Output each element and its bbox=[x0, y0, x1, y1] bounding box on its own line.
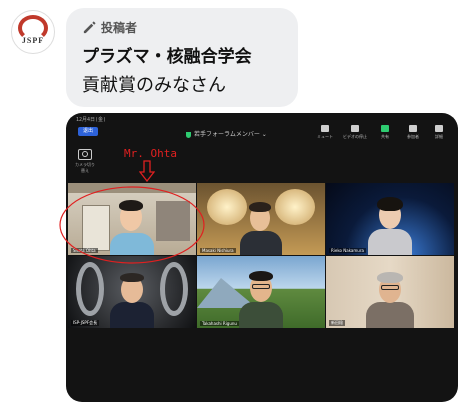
tile-4-ring-left bbox=[76, 262, 104, 316]
poster-row: 投稿者 bbox=[82, 18, 137, 36]
microphone-icon bbox=[321, 125, 329, 132]
tile-2-chandelier bbox=[207, 189, 247, 225]
tile-3-body bbox=[368, 229, 412, 255]
tile-6-glasses bbox=[381, 285, 399, 290]
participants-item: 参加者 bbox=[400, 125, 426, 140]
participants-label: 参加者 bbox=[407, 134, 419, 139]
tile-5-body bbox=[239, 302, 283, 328]
more-item: 詳細 bbox=[426, 125, 452, 140]
tile-2-body bbox=[240, 231, 282, 255]
tile-6-body bbox=[366, 302, 414, 328]
highlight-ellipse bbox=[59, 186, 205, 264]
camera-switch-label: カメラ切り替え bbox=[75, 162, 95, 173]
share-icon bbox=[381, 125, 389, 132]
more-icon bbox=[435, 125, 443, 132]
participant-name-4: ISP-JSPF会長 bbox=[71, 320, 100, 326]
meeting-toolbar: 退出 若手フォーラムメンバー ⌄ ミュート ビデオの停止 共有 参加者 詳細 bbox=[66, 121, 458, 143]
avatar-logo-text: JSPF bbox=[21, 36, 45, 45]
tile-2-chandelier-2 bbox=[275, 189, 315, 225]
share-item: 共有 bbox=[372, 125, 398, 140]
author-name[interactable]: プラズマ・核融合学会 bbox=[82, 42, 252, 67]
video-tile-3: Rieko Nakamura bbox=[326, 183, 454, 255]
more-label: 詳細 bbox=[435, 134, 443, 139]
tile-5-hair bbox=[249, 271, 273, 281]
video-tile-2: Masaki Nishiura bbox=[197, 183, 325, 255]
participant-name-6: 新田稔 bbox=[329, 320, 345, 326]
video-item: ビデオの停止 bbox=[342, 125, 368, 140]
poster-label: 投稿者 bbox=[101, 20, 138, 35]
video-tile-5: Takahashi Rigunu bbox=[197, 256, 325, 328]
mute-label: ミュート bbox=[317, 134, 333, 139]
camera-switch-icon bbox=[78, 149, 92, 160]
message-text: 貢献賞のみなさん bbox=[82, 75, 226, 96]
down-arrow-icon bbox=[139, 160, 155, 182]
tile-2-hair bbox=[249, 202, 271, 212]
mute-item: ミュート bbox=[312, 125, 338, 140]
participant-name-3: Rieko Nakamura bbox=[329, 248, 366, 253]
tile-4-hair bbox=[120, 273, 144, 282]
meeting-title: 若手フォーラムメンバー ⌄ bbox=[186, 129, 267, 138]
tile-4-ring-right bbox=[160, 262, 188, 316]
video-tile-6: 新田稔 bbox=[326, 256, 454, 328]
avatar[interactable]: JSPF bbox=[11, 10, 55, 54]
shield-icon bbox=[186, 131, 191, 138]
annotation-label: Mr. Ohta bbox=[124, 147, 177, 160]
video-label: ビデオの停止 bbox=[343, 134, 367, 139]
pencil-icon bbox=[83, 20, 96, 33]
meeting-title-text: 若手フォーラムメンバー ⌄ bbox=[194, 131, 267, 138]
tile-3-hair bbox=[377, 197, 403, 211]
participants-icon bbox=[409, 125, 417, 132]
message-bubble: 投稿者 プラズマ・核融合学会 貢献賞のみなさん bbox=[66, 8, 298, 107]
tile-6-hair bbox=[377, 272, 403, 283]
tile-4-body bbox=[110, 302, 154, 328]
video-camera-icon bbox=[351, 125, 359, 132]
leave-button: 退出 bbox=[78, 127, 98, 136]
tile-5-glasses bbox=[252, 284, 270, 289]
switch-camera: カメラ切り替え bbox=[74, 149, 96, 174]
share-label: 共有 bbox=[381, 134, 389, 139]
participant-name-5: Takahashi Rigunu bbox=[200, 321, 239, 326]
